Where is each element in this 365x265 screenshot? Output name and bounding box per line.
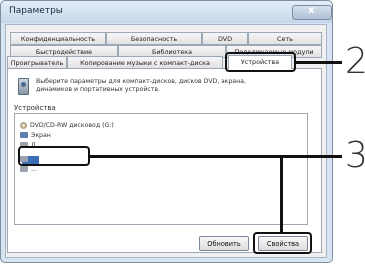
device-label: DVD/CD-RW дисковод (G:) xyxy=(30,122,114,129)
callout-line-2 xyxy=(296,61,342,64)
window-title: Параметры xyxy=(9,6,63,16)
devices-description: Выберите параметры для компакт-дисков, д… xyxy=(36,78,246,94)
devices-group-label: Устройства xyxy=(14,104,56,112)
monitor-icon xyxy=(20,132,28,138)
callout-line-3-drop xyxy=(280,155,283,234)
disc-drive-icon xyxy=(20,121,27,129)
list-item[interactable]: Экран xyxy=(20,131,51,140)
tab-privacy[interactable]: Конфиденциальность xyxy=(10,32,106,45)
callout-number-2: 2 xyxy=(345,41,365,82)
device-label: ... xyxy=(31,166,37,173)
close-button[interactable]: x xyxy=(292,5,332,20)
tab-devices[interactable]: Устройства xyxy=(228,55,292,69)
description-line-2: динамиков и портативных устройств. xyxy=(36,86,160,93)
list-item[interactable]: ... xyxy=(20,165,37,174)
close-icon: x xyxy=(308,5,315,16)
tab-network[interactable]: Сеть xyxy=(248,32,322,45)
callout-box-selected-device xyxy=(18,146,90,166)
tab-security[interactable]: Безопасность xyxy=(106,32,202,45)
device-icon xyxy=(20,166,28,172)
devices-settings-icon xyxy=(18,78,29,95)
device-label: Экран xyxy=(31,132,51,139)
list-item[interactable]: DVD/CD-RW дисковод (G:) xyxy=(20,121,114,130)
refresh-button[interactable]: Обновить xyxy=(199,236,249,251)
description-line-1: Выберите параметры для компакт-дисков, д… xyxy=(36,78,246,85)
callout-line-3 xyxy=(90,155,342,158)
callout-box-properties-button xyxy=(253,232,312,254)
title-bar: Параметры x xyxy=(1,1,332,23)
tab-dvd[interactable]: DVD xyxy=(202,32,248,45)
callout-number-3: 3 xyxy=(345,135,365,176)
